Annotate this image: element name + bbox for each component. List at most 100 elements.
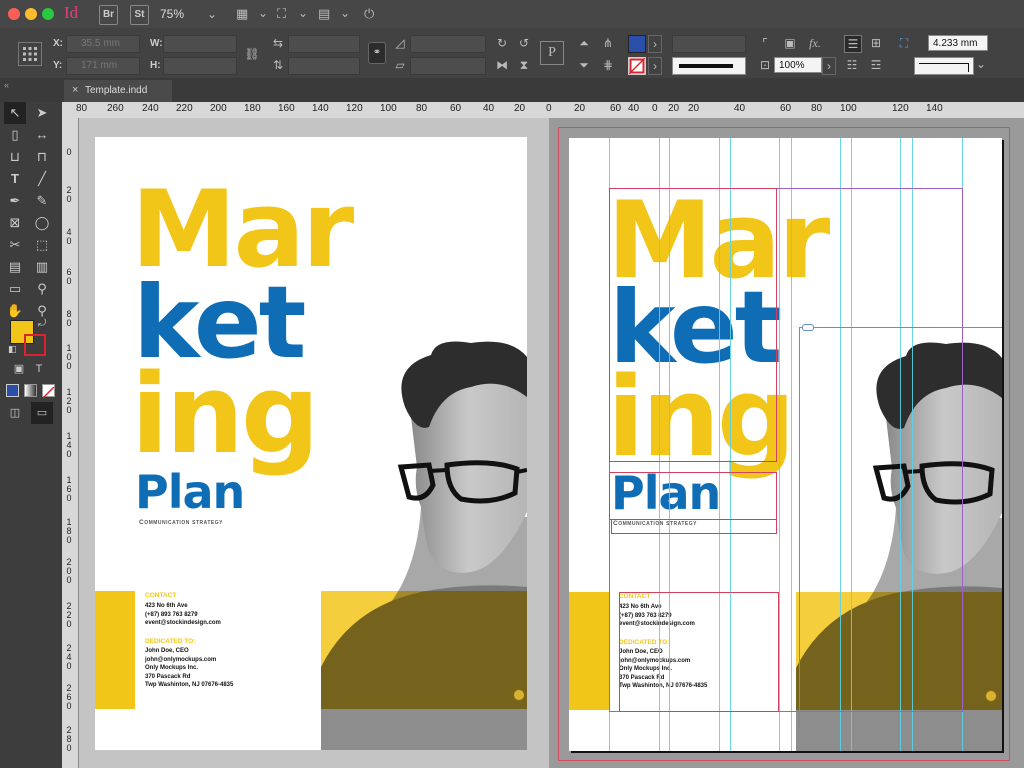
apply-none-icon[interactable]	[42, 384, 55, 399]
note-tool-icon[interactable]: ▭	[4, 278, 26, 300]
title-text-frame[interactable]	[609, 188, 777, 462]
height-field[interactable]	[163, 57, 237, 75]
zoom-window-button[interactable]	[42, 8, 54, 20]
selected-frame-edge[interactable]	[799, 327, 1002, 328]
pen-tool-icon[interactable]: ✒	[4, 190, 26, 212]
reference-point-icon[interactable]	[18, 42, 42, 66]
view-options-icon[interactable]: ▦	[236, 6, 248, 22]
flip-horizontal-icon[interactable]: ⧓	[494, 57, 510, 73]
apply-gradient-icon[interactable]	[24, 384, 37, 397]
chevron-down-icon[interactable]: ⌄	[340, 5, 350, 21]
link-scale-icon[interactable]: ⚭	[368, 42, 386, 64]
gradient-feather-tool-icon[interactable]: ▥	[31, 256, 53, 278]
type-tool-icon[interactable]: T	[4, 168, 26, 190]
gap-tool-icon[interactable]: ↔	[31, 124, 53, 146]
align-center-icon[interactable]: ☷	[844, 57, 860, 73]
dedicated-heading[interactable]: DEDICATED TO:	[145, 638, 195, 645]
plan-text-frame[interactable]	[609, 472, 777, 520]
document-page-preview[interactable]: Mar ket ing Plan Communication strategy …	[95, 137, 527, 750]
screen-mode-icon[interactable]: ▭	[31, 402, 53, 424]
title-line-4[interactable]: Plan	[135, 469, 245, 515]
dedicated-lines[interactable]: John Doe, CEO john@onlymockups.com Only …	[145, 647, 233, 690]
gradient-swatch-tool-icon[interactable]: ▤	[4, 256, 26, 278]
arrange-documents-icon[interactable]: ▤	[318, 6, 330, 22]
contact-heading[interactable]: CONTACT	[145, 592, 176, 599]
frame-link-handle[interactable]	[802, 324, 814, 331]
shear-angle-field[interactable]	[410, 57, 486, 75]
subtitle-text-frame[interactable]	[611, 519, 777, 534]
select-previous-object-icon[interactable]: ⋔	[600, 35, 616, 51]
direct-selection-tool-icon[interactable]: ➤	[31, 102, 53, 124]
scale-x-field[interactable]	[288, 35, 360, 53]
rotate-clockwise-icon[interactable]: ↻	[494, 35, 510, 51]
select-container-icon[interactable]: ⏶	[576, 35, 592, 51]
effects-icon[interactable]: fx.	[807, 35, 823, 51]
zoom-level[interactable]: 75%	[160, 7, 184, 21]
formatting-container-icon[interactable]: ▣	[8, 358, 30, 380]
opacity-field[interactable]: 100%	[774, 57, 822, 73]
minimize-window-button[interactable]	[25, 8, 37, 20]
line-tool-icon[interactable]: ╱	[31, 168, 53, 190]
fill-color-swatch[interactable]	[628, 35, 646, 53]
collapse-panels-icon[interactable]: «	[4, 80, 9, 90]
align-text-top-icon[interactable]: ☰	[844, 35, 862, 53]
hand-tool-icon[interactable]: ✋	[4, 300, 26, 322]
close-window-button[interactable]	[8, 8, 20, 20]
subtitle[interactable]: Communication strategy	[139, 519, 223, 526]
normal-view-icon[interactable]: ◫	[4, 402, 26, 424]
stroke-color-swatch[interactable]	[628, 57, 646, 75]
rectangle-frame-tool-icon[interactable]: ⊠	[4, 212, 26, 234]
free-transform-tool-icon[interactable]: ⬚	[31, 234, 53, 256]
screen-mode-icon[interactable]: ⛶	[277, 6, 286, 22]
drop-shadow-icon[interactable]: ▣	[782, 35, 798, 51]
ellipse-tool-icon[interactable]: ◯	[31, 212, 53, 234]
horizontal-ruler[interactable]: 80 260 240 220 200 180 160 140 120 100 8…	[62, 102, 1024, 119]
bridge-button[interactable]: Br	[99, 5, 118, 25]
flip-vertical-icon[interactable]: ⧗	[516, 57, 532, 73]
selected-frame-edge[interactable]	[799, 327, 800, 727]
eyedropper-tool-icon[interactable]: ⚲	[31, 278, 53, 300]
page-tool-icon[interactable]: ▯	[4, 124, 26, 146]
corner-options-icon[interactable]: ⌜	[757, 35, 773, 51]
scissors-tool-icon[interactable]: ✂	[4, 234, 26, 256]
formatting-text-icon[interactable]: T	[28, 358, 50, 380]
content-collector-icon[interactable]: ⊔	[4, 146, 26, 168]
chevron-down-icon[interactable]: ⌄	[207, 6, 217, 22]
title-line-3[interactable]: ing	[131, 359, 320, 469]
contact-lines[interactable]: 423 No 6th Ave (+87) 893 763 8279 event@…	[145, 602, 221, 628]
default-fill-stroke-icon[interactable]: ◧	[8, 344, 17, 355]
apply-color-icon[interactable]	[6, 384, 19, 397]
chevron-right-icon[interactable]: ›	[648, 57, 662, 75]
stroke-weight-field[interactable]: 4.233 mm	[928, 35, 988, 51]
selection-tool-icon[interactable]: ↖	[4, 102, 26, 124]
constrain-proportions-icon[interactable]: ⛓	[244, 46, 260, 62]
vertical-ruler[interactable]: 0 2 0 4 0 6 0 8 0 1 0 0 1 2 0 1 4 0 1 6 …	[62, 118, 79, 768]
text-wrap-icon[interactable]: ⊞	[868, 35, 884, 51]
contact-text-frame[interactable]	[619, 592, 779, 712]
width-field[interactable]	[163, 35, 237, 53]
content-placer-icon[interactable]: ⊓	[31, 146, 53, 168]
stock-button[interactable]: St	[130, 5, 149, 25]
scale-y-field[interactable]	[288, 57, 360, 75]
document-page-edit[interactable]: Mar ket ing Plan Communication strategy …	[569, 138, 1002, 751]
pencil-tool-icon[interactable]: ✎	[31, 190, 53, 212]
rotate-counterclockwise-icon[interactable]: ↺	[516, 35, 532, 51]
chevron-down-icon[interactable]: ⌄	[258, 5, 268, 21]
rotation-angle-field[interactable]	[410, 35, 486, 53]
chevron-right-icon[interactable]: ›	[822, 57, 836, 75]
chevron-right-icon[interactable]: ›	[648, 35, 662, 53]
stroke-style-dropdown[interactable]	[914, 57, 974, 75]
tab-template-indd[interactable]: × Template.indd	[64, 80, 172, 102]
y-position-field[interactable]: 171 mm	[66, 57, 140, 75]
chevron-down-icon[interactable]: ⌄	[976, 56, 986, 72]
publish-online-icon[interactable]: ⏻	[364, 6, 374, 22]
select-next-object-icon[interactable]: ⋕	[600, 57, 616, 73]
stroke-weight-dropdown[interactable]	[672, 35, 746, 53]
select-content-icon[interactable]: ⏷	[576, 57, 592, 73]
stroke-type-dropdown[interactable]	[672, 57, 746, 75]
x-position-field[interactable]: 35.5 mm	[66, 35, 140, 53]
swap-fill-stroke-icon[interactable]: ⤾	[38, 318, 46, 329]
chevron-down-icon[interactable]: ⌄	[298, 5, 308, 21]
close-tab-icon[interactable]: ×	[72, 84, 78, 96]
align-bottom-icon[interactable]: ☲	[868, 57, 884, 73]
